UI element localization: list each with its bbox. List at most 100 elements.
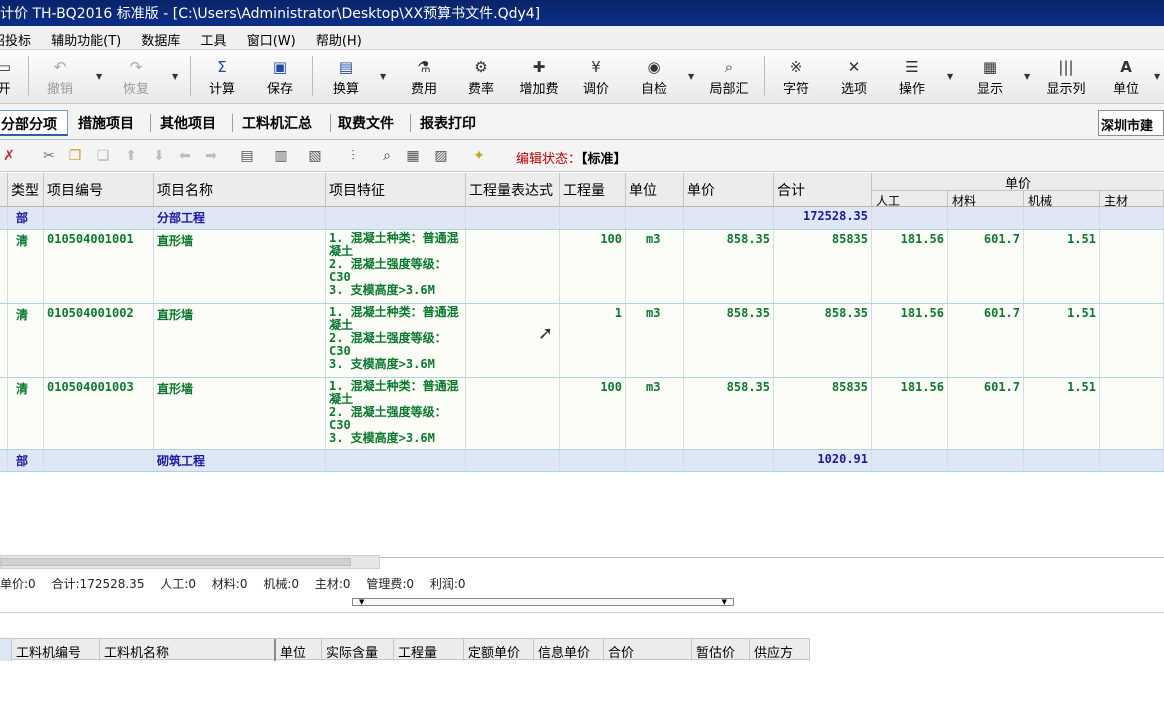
header-feature[interactable]: 项目特征 [326, 173, 466, 207]
cell-feature[interactable] [326, 207, 466, 229]
cell-quantity[interactable]: 100 [560, 230, 626, 303]
move-right-icon[interactable]: ➡ [202, 147, 220, 165]
cell-expression[interactable] [466, 378, 560, 449]
cell-expression[interactable] [466, 230, 560, 303]
menu-bidding[interactable]: 招投标 [0, 26, 39, 49]
cell-price[interactable]: 858.35 [684, 304, 774, 377]
paste-icon[interactable]: ❏ [94, 147, 112, 165]
tab-sub-items[interactable]: 分部分项 [0, 110, 68, 136]
filter-icon[interactable]: ⫶ [344, 147, 362, 165]
tab-material-summary[interactable]: 工料机汇总 [236, 110, 328, 136]
cell-expression[interactable] [466, 207, 560, 229]
display-button[interactable]: ▦ 显示 [970, 56, 1010, 100]
table-row[interactable]: 清 010504001002 直形墙 1. 混凝土种类：普通混凝土 2. 混凝土… [0, 304, 1164, 378]
cell-feature[interactable]: 1. 混凝土种类：普通混凝土 2. 混凝土强度等级：C30 3. 支模高度>3.… [326, 230, 466, 303]
redo-button[interactable]: ↷ 恢复 [116, 56, 156, 100]
table-row[interactable]: 清 010504001003 直形墙 1. 混凝土种类：普通混凝土 2. 混凝土… [0, 378, 1164, 450]
cell-unit[interactable] [626, 450, 684, 471]
cell-code[interactable] [44, 207, 154, 229]
menu-database[interactable]: 数据库 [133, 26, 188, 49]
block-icon[interactable]: ▤ [238, 147, 256, 165]
cell-quantity[interactable] [560, 207, 626, 229]
cell-unit[interactable]: m3 [626, 230, 684, 303]
cell-material[interactable] [948, 450, 1024, 471]
table-row[interactable]: 部 砌筑工程 1020.91 [0, 450, 1164, 472]
move-left-icon[interactable]: ⬅ [176, 147, 194, 165]
cell-type[interactable]: 清 [8, 378, 44, 449]
header-quantity[interactable]: 工程量 [394, 639, 464, 661]
cell-machine[interactable]: 1.51 [1024, 378, 1100, 449]
cell-labor[interactable]: 181.56 [872, 304, 948, 377]
cell-unit[interactable]: m3 [626, 304, 684, 377]
cell-price[interactable] [684, 207, 774, 229]
menu-window[interactable]: 窗口(W) [239, 26, 304, 49]
cell-price[interactable]: 858.35 [684, 378, 774, 449]
cell-labor[interactable]: 181.56 [872, 230, 948, 303]
header-name[interactable]: 项目名称 [154, 173, 326, 207]
cell-labor[interactable]: 181.56 [872, 378, 948, 449]
group-icon[interactable]: ▨ [432, 147, 450, 165]
cell-code[interactable]: 010504001003 [44, 378, 154, 449]
table-icon[interactable]: ▦ [404, 147, 422, 165]
convert-dropdown-icon[interactable]: ▼ [380, 72, 386, 81]
convert-button[interactable]: ▤ 换算 [326, 56, 366, 100]
header-quota-price[interactable]: 定额单价 [464, 639, 534, 661]
cell-type[interactable]: 清 [8, 304, 44, 377]
options-button[interactable]: ✕ 选项 [834, 56, 874, 100]
menu-tools[interactable]: 工具 [193, 26, 235, 49]
unit-button[interactable]: A 单位 [1106, 56, 1146, 100]
cell-feature[interactable]: 1. 混凝土种类：普通混凝土 2. 混凝土强度等级：C30 3. 支模高度>3.… [326, 304, 466, 377]
cell-type[interactable]: 部 [8, 450, 44, 471]
cell-material[interactable]: 601.7 [948, 304, 1024, 377]
header-estimated-price[interactable]: 暂估价 [692, 639, 750, 661]
header-combined-price[interactable]: 合价 [604, 639, 692, 661]
adjust-price-button[interactable]: ¥ 调价 [576, 56, 616, 100]
cell-total[interactable]: 858.35 [774, 304, 872, 377]
tab-other-items[interactable]: 其他项目 [154, 110, 230, 136]
self-check-button[interactable]: ◉ 自检 [634, 56, 674, 100]
cell-quantity[interactable]: 1 [560, 304, 626, 377]
cell-machine[interactable] [1024, 207, 1100, 229]
cell-main-material[interactable] [1100, 450, 1164, 471]
cell-name[interactable]: 直形墙 [154, 304, 326, 377]
tab-measures[interactable]: 措施项目 [72, 110, 148, 136]
header-quantity[interactable]: 工程量 [560, 173, 626, 207]
cell-quantity[interactable]: 100 [560, 378, 626, 449]
tab-fee-files[interactable]: 取费文件 [332, 110, 408, 136]
menu-help[interactable]: 帮助(H) [308, 26, 370, 49]
scrollbar-thumb[interactable] [1, 558, 351, 566]
cell-name[interactable]: 直形墙 [154, 378, 326, 449]
local-summary-button[interactable]: ⌕ 局部汇 [706, 56, 752, 100]
header-type[interactable]: 类型 [8, 173, 44, 207]
cell-name[interactable]: 直形墙 [154, 230, 326, 303]
display-columns-button[interactable]: ||| 显示列 [1042, 56, 1090, 100]
table-row[interactable]: 部 分部工程 172528.35 [0, 207, 1164, 230]
region-selector[interactable]: 深圳市建 [1098, 110, 1164, 136]
cell-labor[interactable] [872, 207, 948, 229]
cell-feature[interactable]: 1. 混凝土种类：普通混凝土 2. 混凝土强度等级：C30 3. 支模高度>3.… [326, 378, 466, 449]
cell-type[interactable]: 清 [8, 230, 44, 303]
cell-total[interactable]: 85835 [774, 230, 872, 303]
move-down-icon[interactable]: ⬇ [150, 147, 168, 165]
header-supplier[interactable]: 供应方 [750, 639, 810, 661]
find-icon[interactable]: ⌕ [378, 147, 396, 165]
header-unit[interactable]: 单位 [276, 639, 322, 661]
tab-report-print[interactable]: 报表打印 [414, 110, 494, 136]
font-button[interactable]: ※ 字符 [776, 56, 816, 100]
calc-button[interactable]: Σ 计算 [202, 56, 242, 100]
cell-code[interactable]: 010504001001 [44, 230, 154, 303]
cell-main-material[interactable] [1100, 304, 1164, 377]
header-code[interactable]: 项目编号 [44, 173, 154, 207]
operate-button[interactable]: ☰ 操作 [892, 56, 932, 100]
settings-list-icon[interactable]: ▧ [306, 147, 324, 165]
cell-machine[interactable]: 1.51 [1024, 230, 1100, 303]
panel-splitter[interactable]: ▼ ▼ [352, 598, 734, 606]
self-check-dropdown-icon[interactable]: ▼ [688, 72, 694, 81]
cut-icon[interactable]: ✂ [40, 147, 58, 165]
header-material-name[interactable]: 工料机名称 [100, 639, 276, 661]
cell-main-material[interactable] [1100, 207, 1164, 229]
cell-total[interactable]: 172528.35 [774, 207, 872, 229]
unit-dropdown-icon[interactable]: ▼ [1154, 72, 1160, 81]
cell-unit[interactable]: m3 [626, 378, 684, 449]
horizontal-scrollbar[interactable] [0, 555, 380, 569]
